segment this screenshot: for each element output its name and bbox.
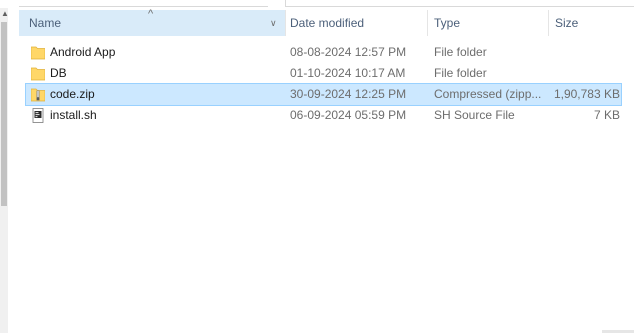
top-strip [0, 0, 634, 7]
search-box-edge [285, 0, 634, 7]
address-bar-edge [19, 0, 268, 7]
sort-ascending-icon: ^ [148, 8, 154, 20]
scrollbar-thumb[interactable] [1, 22, 7, 206]
file-row[interactable]: code.zip 30-09-2024 12:25 PM Compressed … [25, 83, 622, 106]
file-row[interactable]: DB 01-10-2024 10:17 AM File folder [25, 62, 622, 85]
file-row[interactable]: install.sh 06-09-2024 05:59 PM SH Source… [25, 104, 622, 127]
file-size: 1,90,783 KB [553, 87, 620, 101]
column-header-date-modified[interactable]: Date modified [285, 10, 428, 36]
file-date-modified: 30-09-2024 12:25 PM [290, 87, 407, 101]
file-size: 7 KB [593, 108, 620, 122]
file-name: Android App [50, 45, 116, 59]
script-file-icon [32, 108, 44, 123]
folder-icon [31, 46, 45, 60]
column-header-size[interactable]: Size [548, 10, 634, 36]
file-type: SH Source File [434, 108, 515, 122]
chevron-down-icon[interactable]: ∨ [270, 10, 277, 36]
file-date-modified: 08-08-2024 12:57 PM [290, 45, 407, 59]
navigation-pane-scrollbar[interactable]: ▲ [0, 8, 9, 333]
column-header-type[interactable]: Type [427, 10, 549, 36]
zip-folder-icon [31, 88, 45, 102]
column-header-row: ^ Name ∨ Date modified Type Size [19, 8, 634, 36]
file-row[interactable]: Android App 08-08-2024 12:57 PM File fol… [25, 41, 622, 64]
file-type: File folder [434, 66, 487, 80]
scroll-up-arrow-icon[interactable]: ▲ [1, 10, 9, 18]
file-date-modified: 06-09-2024 05:59 PM [290, 108, 407, 122]
file-name: DB [50, 66, 67, 80]
file-name: code.zip [50, 87, 95, 101]
folder-icon [31, 67, 45, 81]
file-date-modified: 01-10-2024 10:17 AM [290, 66, 406, 80]
file-type: Compressed (zipp... [434, 87, 542, 101]
file-name: install.sh [50, 108, 97, 122]
column-header-name[interactable]: ^ Name ∨ [19, 8, 285, 36]
file-type: File folder [434, 45, 487, 59]
